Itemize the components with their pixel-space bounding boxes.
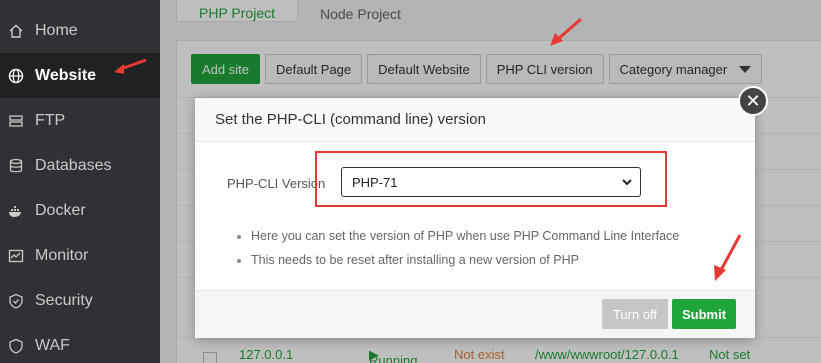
sidebar-item-waf[interactable]: WAF (0, 323, 160, 363)
modal-title: Set the PHP-CLI (command line) version (195, 98, 755, 142)
modal-footer: Turn off Submit (195, 290, 755, 338)
help-item: Here you can set the version of PHP when… (235, 224, 679, 248)
sidebar-item-ftp[interactable]: FTP (0, 98, 160, 143)
docker-icon (8, 203, 24, 219)
sidebar-item-docker[interactable]: Docker (0, 188, 160, 233)
help-item: This needs to be reset after installing … (235, 248, 679, 272)
shield-icon (8, 293, 24, 309)
php-version-select[interactable]: PHP-71 (341, 167, 641, 197)
php-cli-version-label: PHP-CLI Version (227, 176, 326, 191)
annotation-arrow-icon (114, 58, 147, 74)
sidebar-item-label: WAF (35, 336, 70, 354)
select-value: PHP-71 (352, 174, 398, 190)
php-cli-modal: Set the PHP-CLI (command line) version P… (195, 98, 755, 338)
sidebar: Home Website FTP Databases Docker Monito… (0, 0, 160, 363)
sidebar-item-home[interactable]: Home (0, 8, 160, 53)
sidebar-item-security[interactable]: Security (0, 278, 160, 323)
sidebar-item-label: Home (35, 21, 78, 39)
sidebar-item-label: Databases (35, 156, 112, 174)
sidebar-item-databases[interactable]: Databases (0, 143, 160, 188)
sidebar-item-label: Security (35, 291, 93, 309)
home-icon (8, 23, 24, 39)
annotation-arrow-icon (550, 17, 582, 46)
ftp-icon (8, 113, 24, 129)
sidebar-item-monitor[interactable]: Monitor (0, 233, 160, 278)
globe-icon (8, 68, 24, 84)
submit-button[interactable]: Submit (672, 299, 736, 329)
highlight-box: PHP-71 (315, 151, 667, 207)
turn-off-button[interactable]: Turn off (602, 299, 668, 329)
database-icon (8, 158, 24, 174)
close-icon[interactable]: ✕ (738, 86, 768, 116)
sidebar-item-label: FTP (35, 111, 66, 129)
help-list: Here you can set the version of PHP when… (235, 224, 679, 272)
sidebar-item-label: Monitor (35, 246, 89, 264)
chevron-down-icon (622, 179, 632, 186)
monitor-icon (8, 248, 24, 264)
waf-icon (8, 338, 24, 354)
sidebar-item-label: Docker (35, 201, 86, 219)
sidebar-item-label: Website (35, 66, 97, 84)
annotation-arrow-icon (714, 234, 742, 281)
